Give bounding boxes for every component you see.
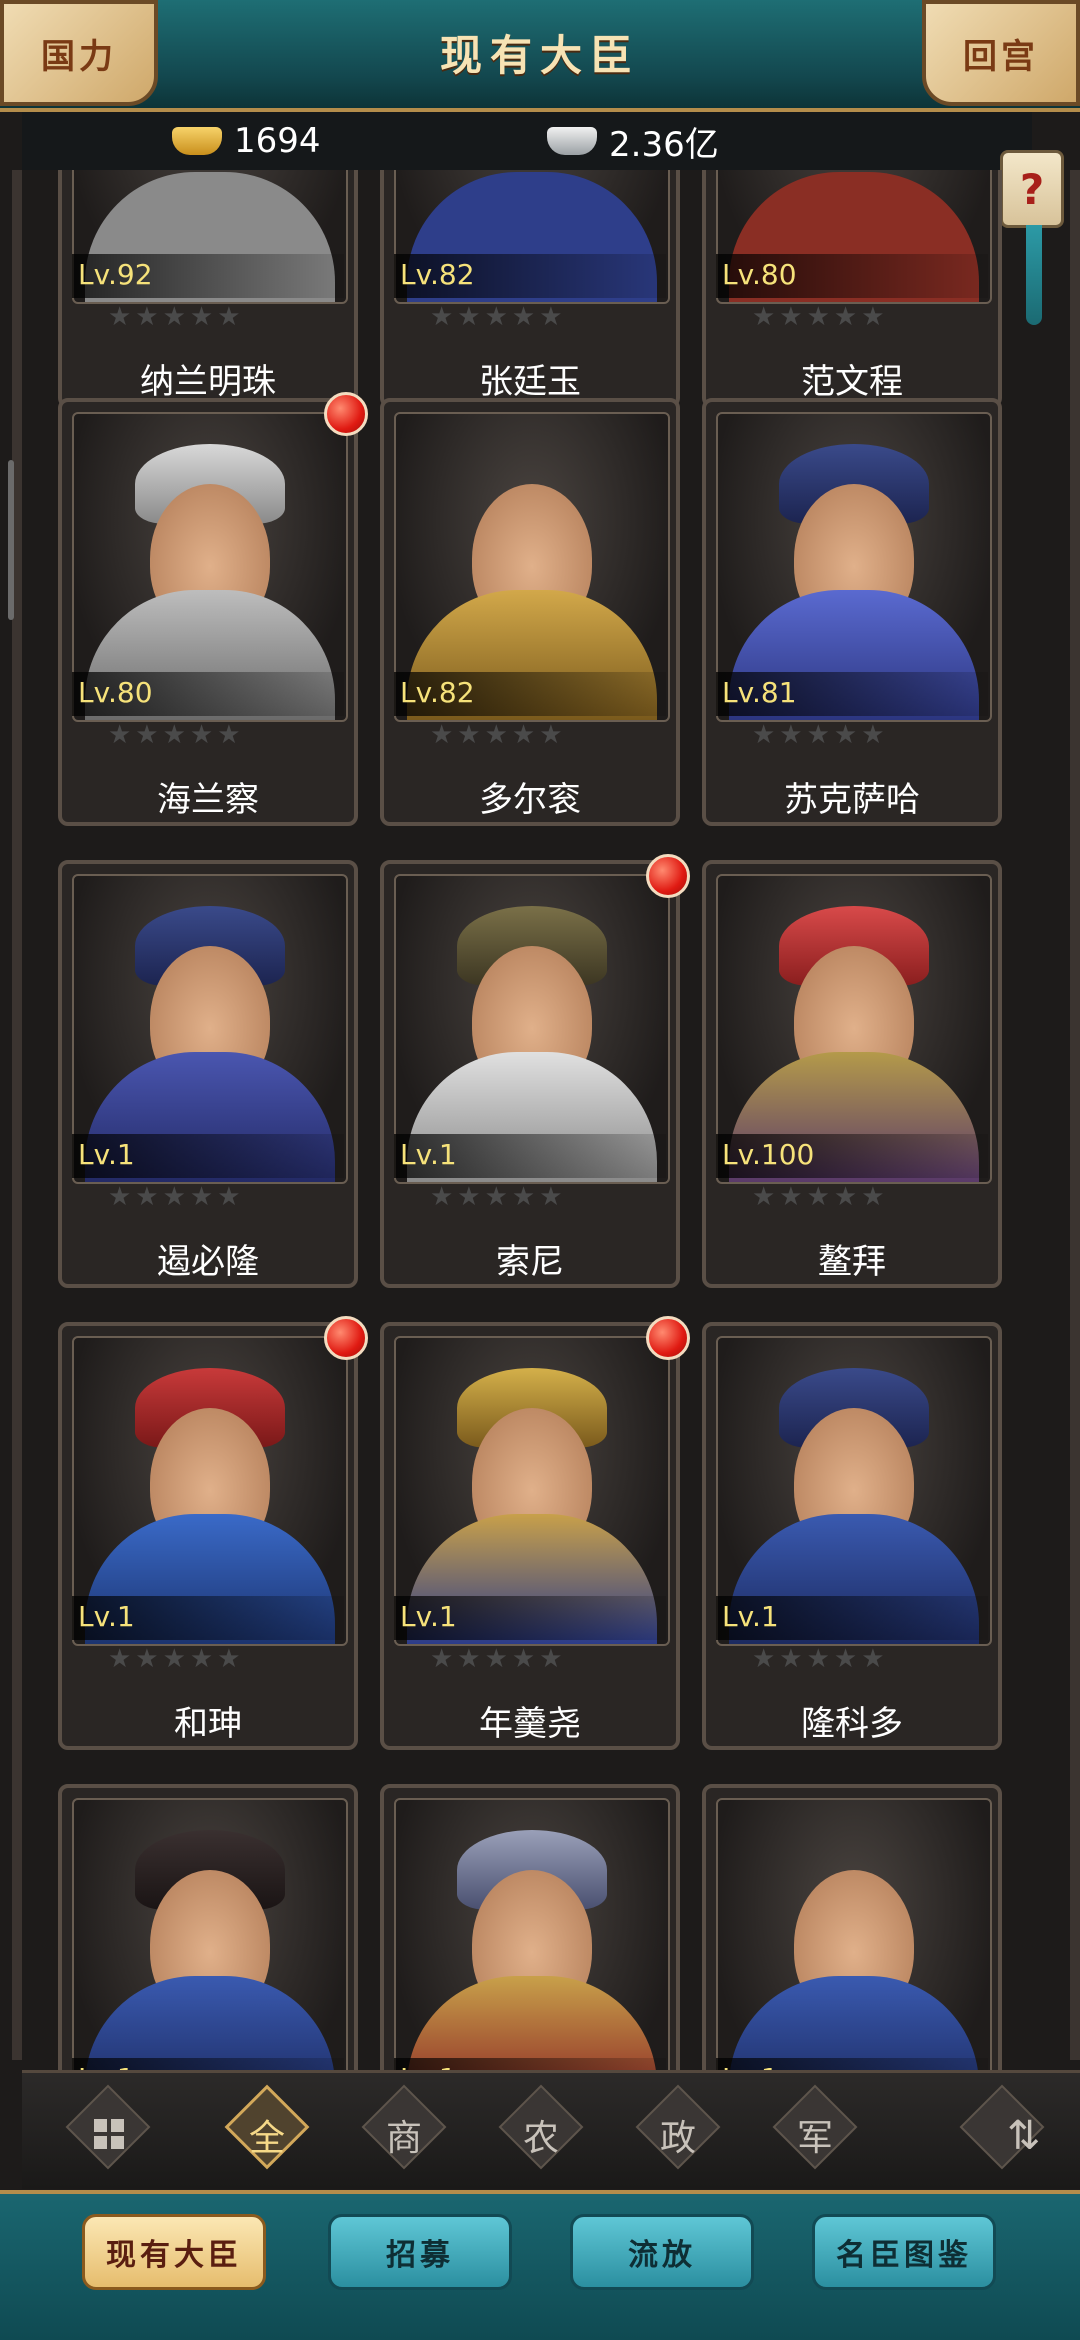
tab-exile[interactable]: 流放 [570,2214,754,2290]
notification-dot [646,1316,690,1360]
gold-resource: 1694 [172,121,321,161]
star-rating: ★★★★★ [752,720,889,750]
minister-name: 苏克萨哈 [784,780,920,820]
silver-amount: 2.36亿 [609,124,719,165]
minister-card[interactable]: Lv.80 ★★★★★ 范文程 [702,170,1002,408]
right-frame [1070,170,1080,2060]
minister-card[interactable]: Lv.1 ★★★★★ 和珅 [58,1322,358,1750]
minister-level: Lv.100 [722,1138,815,1171]
minister-level: Lv.1 [78,2062,135,2070]
sort-icon: ⇅ [1007,2113,1041,2159]
minister-level: Lv.81 [722,676,797,709]
gold-ingot-icon [172,127,222,155]
tab-recruit[interactable]: 招募 [328,2214,512,2290]
minister-name: 多尔衮 [479,780,581,820]
minister-name: 和珅 [174,1704,242,1744]
minister-name: 鳌拜 [818,1242,886,1282]
star-rating: ★★★★★ [108,1182,245,1212]
minister-name: 张廷玉 [479,362,581,402]
filter-politics-label: 政 [659,2118,696,2159]
minister-card[interactable]: Lv.82 ★★★★★ 张廷玉 [380,170,680,408]
silver-resource: 2.36亿 [547,117,719,166]
minister-level: Lv.82 [400,258,475,291]
minister-name: 隆科多 [801,1704,903,1744]
notification-dot [324,1316,368,1360]
minister-card[interactable]: Lv.80 ★★★★★ 海兰察 [58,398,358,826]
star-rating: ★★★★★ [752,302,889,332]
star-rating: ★★★★★ [430,302,567,332]
minister-level: Lv.1 [78,1600,135,1633]
minister-portrait [716,1798,992,2070]
minister-card[interactable]: Lv.1 ★★★★★ 年羹尧 [380,1322,680,1750]
filter-farming-label: 农 [522,2118,559,2159]
silver-ingot-icon [547,127,597,155]
notification-dot [646,854,690,898]
minister-name: 海兰察 [157,780,259,820]
minister-level: Lv.92 [78,258,153,291]
minister-level: Lv.80 [78,676,153,709]
minister-level: Lv.82 [400,676,475,709]
minister-card[interactable]: Lv.82 ★★★★★ 多尔衮 [380,398,680,826]
minister-level: Lv.1 [400,1600,457,1633]
minister-name: 范文程 [801,362,903,402]
minister-level: Lv.1 [722,1600,779,1633]
return-palace-button[interactable]: 回宫 [922,0,1080,106]
minister-name: 索尼 [496,1242,564,1282]
minister-card[interactable]: Lv.1 ★★★★★ [380,1784,680,2070]
minister-card[interactable]: Lv.1 ★★★★★ [58,1784,358,2070]
minister-card[interactable]: Lv.92 ★★★★★ 纳兰明珠 [58,170,358,408]
star-rating: ★★★★★ [752,1644,889,1674]
minister-card[interactable]: Lv.100 ★★★★★ 鳌拜 [702,860,1002,1288]
scroll-indicator[interactable] [8,460,14,620]
tab-current-ministers[interactable]: 现有大臣 [82,2214,266,2290]
filter-all-label: 全 [248,2118,285,2159]
left-frame [12,170,22,2060]
star-rating: ★★★★★ [430,1182,567,1212]
minister-card[interactable]: Lv.81 ★★★★★ 苏克萨哈 [702,398,1002,826]
minister-card[interactable]: Lv.1 ★★★★★ 遏必隆 [58,860,358,1288]
minister-portrait [72,1798,348,2070]
minister-name: 遏必隆 [157,1242,259,1282]
star-rating: ★★★★★ [430,720,567,750]
minister-level: Lv.1 [78,1138,135,1171]
page-title: 现有大臣 [439,31,641,80]
minister-level: Lv.1 [400,2062,457,2070]
star-rating: ★★★★★ [752,1182,889,1212]
minister-grid: Lv.92 ★★★★★ 纳兰明珠 Lv.82 ★★★★★ 张廷玉 Lv.80 ★… [22,170,1032,2070]
resource-bar: 1694 2.36亿 [22,112,1032,170]
minister-card[interactable]: Lv.1 ★★★★★ 隆科多 [702,1322,1002,1750]
minister-name: 年羹尧 [479,1704,581,1744]
minister-portrait [394,1798,670,2070]
minister-level: Lv.1 [722,2062,779,2070]
filter-military-label: 军 [796,2118,833,2159]
minister-card[interactable]: Lv.1 ★★★★★ [702,1784,1002,2070]
star-rating: ★★★★★ [430,1644,567,1674]
top-bar: 国力 现有大臣 回宫 [0,0,1080,112]
star-rating: ★★★★★ [108,1644,245,1674]
grid-view-icon [94,2119,124,2149]
minister-level: Lv.80 [722,258,797,291]
filter-merchant-label: 商 [385,2118,422,2159]
star-rating: ★★★★★ [108,302,245,332]
minister-name: 纳兰明珠 [140,362,276,402]
national-power-button[interactable]: 国力 [0,0,158,106]
notification-dot [324,392,368,436]
bottom-nav: 现有大臣 招募 流放 名臣图鉴 [0,2190,1080,2340]
minister-level: Lv.1 [400,1138,457,1171]
minister-card[interactable]: Lv.1 ★★★★★ 索尼 [380,860,680,1288]
star-rating: ★★★★★ [108,720,245,750]
gold-amount: 1694 [234,121,321,161]
filter-bar: 全 商 农 政 军 ⇅ [22,2070,1080,2189]
tab-minister-gallery[interactable]: 名臣图鉴 [812,2214,996,2290]
